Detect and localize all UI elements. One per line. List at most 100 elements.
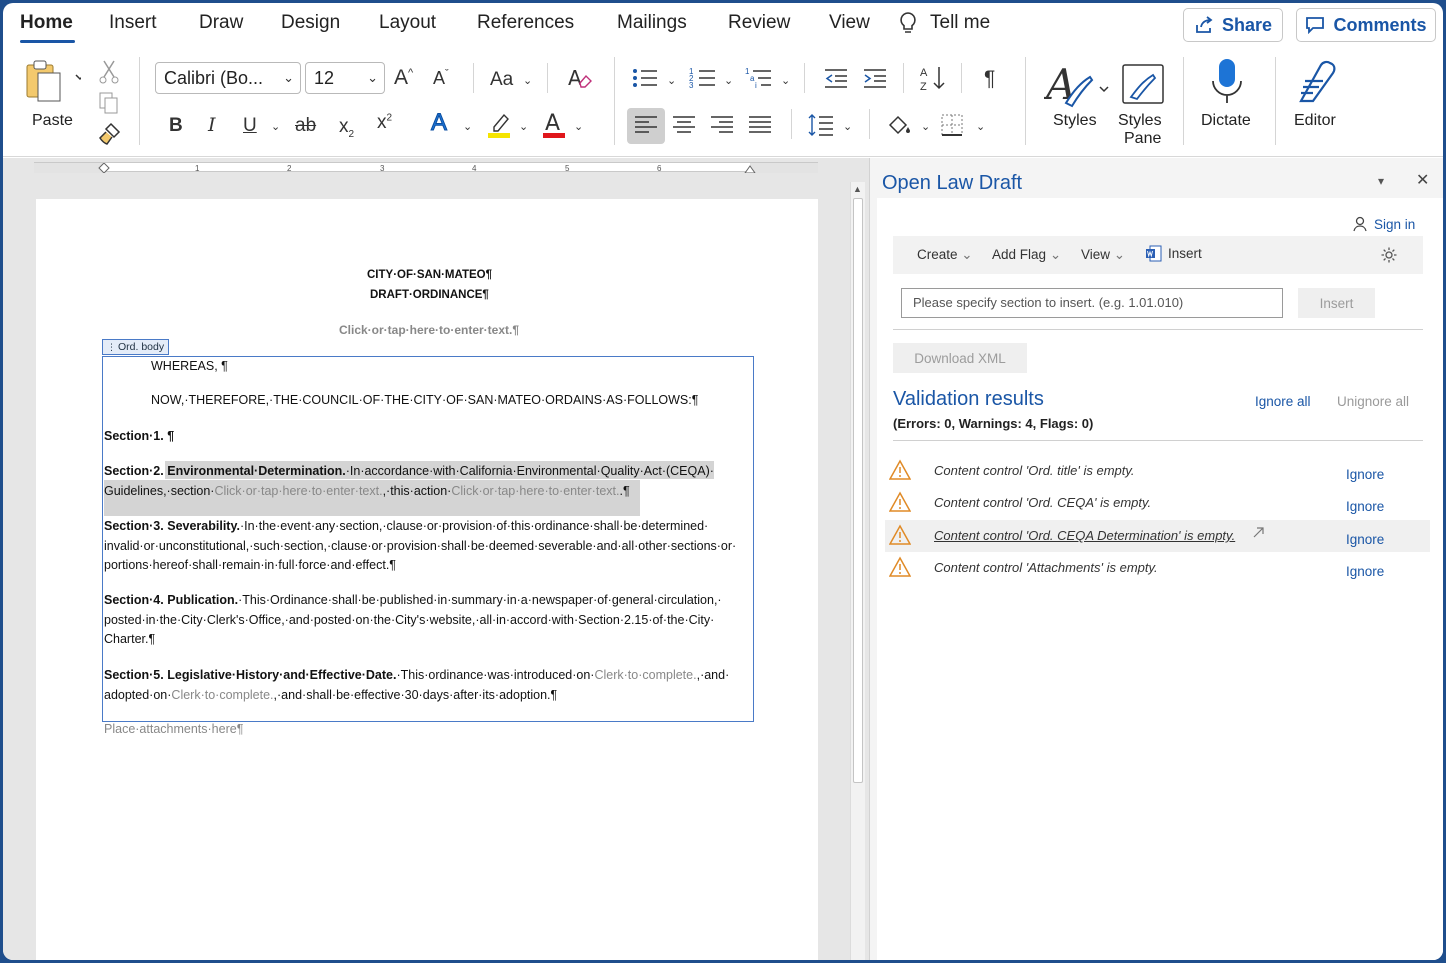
sec5-placeholder-2[interactable]: Clerk·to·complete.	[171, 688, 273, 702]
format-painter-icon[interactable]	[97, 121, 123, 147]
tell-me-search[interactable]: Tell me	[930, 12, 990, 34]
chevron-down-icon[interactable]: ⌄	[519, 120, 528, 133]
microphone-icon[interactable]	[1209, 57, 1245, 107]
numbering-icon[interactable]: 123	[689, 66, 717, 90]
ignore-link[interactable]: Ignore	[1346, 467, 1384, 482]
highlight-color-button[interactable]	[486, 109, 512, 139]
doc-sec4-line2: posted·in·the·City·Clerk's·Office,·and·p…	[104, 613, 715, 627]
tab-design[interactable]: Design	[281, 12, 340, 34]
scroll-up-icon[interactable]: ▲	[853, 184, 862, 194]
chevron-down-icon[interactable]: ⌄	[921, 120, 930, 133]
doc-attachments-placeholder[interactable]: Place·attachments·here¶	[104, 722, 243, 736]
share-button[interactable]: Share	[1183, 8, 1283, 42]
shrink-font-icon[interactable]: Aˇ	[433, 69, 449, 88]
justify-icon[interactable]	[747, 114, 773, 136]
chevron-down-icon[interactable]: ⌄	[463, 120, 472, 133]
warning-icon	[889, 491, 911, 512]
insert-menu[interactable]: Insert	[1145, 245, 1202, 262]
grow-font-icon[interactable]: A^	[394, 67, 413, 88]
validation-result-row[interactable]: Content control 'Attachments' is empty. …	[885, 552, 1430, 584]
horizontal-ruler[interactable]: 1 2 3 4 5 6	[34, 162, 818, 174]
validation-result-text[interactable]: Content control 'Ord. CEQA Determination…	[934, 528, 1235, 543]
italic-button[interactable]: I	[208, 116, 216, 135]
decrease-indent-icon[interactable]	[823, 67, 849, 89]
strikethrough-button[interactable]: ab	[295, 116, 316, 135]
align-right-icon[interactable]	[709, 114, 735, 136]
comments-button[interactable]: Comments	[1296, 8, 1436, 42]
superscript-button[interactable]: x2	[377, 113, 392, 132]
tab-mailings[interactable]: Mailings	[617, 12, 687, 34]
editor-icon[interactable]	[1291, 57, 1341, 107]
bold-button[interactable]: B	[169, 116, 183, 135]
validation-result-row[interactable]: Content control 'Ord. CEQA Determination…	[885, 520, 1430, 552]
section-input[interactable]: Please specify section to insert. (e.g. …	[901, 288, 1283, 318]
font-size-combo[interactable]: 12 ⌄	[305, 62, 385, 94]
document-page[interactable]: CITY·OF·SAN·MATEO¶ DRAFT·ORDINANCE¶ Clic…	[36, 199, 818, 960]
ribbon-separator	[547, 63, 548, 93]
show-formatting-marks-icon[interactable]: ¶	[984, 68, 995, 89]
close-icon[interactable]: ✕	[1416, 170, 1429, 190]
chevron-down-icon[interactable]: ⌄	[843, 120, 852, 133]
chevron-down-icon[interactable]: ⌄	[574, 120, 583, 133]
tab-layout[interactable]: Layout	[379, 12, 436, 34]
copy-icon[interactable]	[98, 91, 120, 115]
ignore-link[interactable]: Ignore	[1346, 532, 1384, 547]
paste-icon[interactable]	[25, 59, 81, 105]
tab-review[interactable]: Review	[728, 12, 790, 34]
document-scrollbar[interactable]: ▲	[850, 182, 865, 960]
sec2-placeholder-2[interactable]: Click·or·tap·here·to·enter·text.	[451, 484, 619, 498]
bullets-icon[interactable]	[631, 67, 659, 89]
tab-view[interactable]: View	[829, 12, 870, 34]
ignore-link[interactable]: Ignore	[1346, 564, 1384, 579]
font-color-button[interactable]: A	[541, 109, 567, 139]
validation-result-row[interactable]: Content control 'Ord. title' is empty. I…	[885, 455, 1430, 487]
tab-references[interactable]: References	[477, 12, 574, 34]
insert-section-button[interactable]: Insert	[1298, 288, 1375, 318]
sort-icon[interactable]: AZ	[919, 64, 947, 92]
line-spacing-icon[interactable]	[807, 113, 835, 137]
chevron-down-icon[interactable]: ⌄	[724, 74, 733, 87]
view-menu[interactable]: View ⌄	[1081, 247, 1125, 263]
underline-button[interactable]: U	[243, 116, 257, 135]
sec5-placeholder-1[interactable]: Clerk·to·complete.	[594, 668, 696, 682]
open-law-draft-pane: Open Law Draft ▾ ✕ Sign in Create ⌄ Add …	[869, 158, 1443, 960]
scrollbar-thumb[interactable]	[853, 198, 863, 783]
increase-indent-icon[interactable]	[862, 67, 888, 89]
align-left-icon[interactable]	[633, 114, 659, 136]
font-size-value: 12	[314, 68, 335, 88]
shading-icon[interactable]	[887, 113, 913, 137]
chevron-down-icon[interactable]: ⌄	[523, 74, 532, 87]
align-center-icon[interactable]	[671, 114, 697, 136]
validation-result-row[interactable]: Content control 'Ord. CEQA' is empty. Ig…	[885, 487, 1430, 519]
tab-draw[interactable]: Draw	[199, 12, 243, 34]
ignore-link[interactable]: Ignore	[1346, 499, 1384, 514]
clear-formatting-icon[interactable]: A	[566, 65, 594, 91]
content-control-tag[interactable]: ⋮ Ord. body	[102, 339, 170, 355]
chevron-down-icon[interactable]: ⌄	[271, 120, 280, 133]
unignore-all-link[interactable]: Unignore all	[1337, 394, 1409, 409]
chevron-down-icon[interactable]: ⌄	[667, 74, 676, 87]
multilevel-list-icon[interactable]: 1ai	[745, 66, 773, 90]
chevron-down-icon[interactable]: ⌄	[976, 120, 985, 133]
text-effects-button[interactable]: A	[430, 110, 447, 135]
chevron-down-icon[interactable]: ⌄	[781, 74, 790, 87]
subscript-button[interactable]: x2	[339, 117, 354, 140]
borders-icon[interactable]	[940, 113, 964, 137]
tab-insert[interactable]: Insert	[109, 12, 157, 34]
add-flag-menu[interactable]: Add Flag ⌄	[992, 247, 1061, 263]
create-menu[interactable]: Create ⌄	[917, 247, 973, 263]
pane-options-chevron-icon[interactable]: ▾	[1378, 174, 1384, 188]
gear-icon[interactable]	[1380, 246, 1398, 264]
external-link-icon[interactable]	[1251, 526, 1265, 540]
download-xml-button[interactable]: Download XML	[893, 343, 1027, 373]
sign-in-link[interactable]: Sign in	[1353, 216, 1415, 232]
ignore-all-link[interactable]: Ignore all	[1255, 394, 1311, 409]
doc-placeholder-title[interactable]: Click·or·tap·here·to·enter·text.¶	[339, 323, 519, 337]
styles-pane-icon[interactable]	[1119, 61, 1167, 107]
font-name-combo[interactable]: Calibri (Bo... ⌄	[155, 62, 301, 94]
sec2-placeholder-1[interactable]: Click·or·tap·here·to·enter·text.	[214, 484, 382, 498]
styles-gallery-icon[interactable]: A	[1044, 59, 1110, 109]
tab-home[interactable]: Home	[20, 12, 73, 34]
change-case-icon[interactable]: Aa	[490, 70, 513, 89]
cut-icon[interactable]	[98, 59, 120, 85]
